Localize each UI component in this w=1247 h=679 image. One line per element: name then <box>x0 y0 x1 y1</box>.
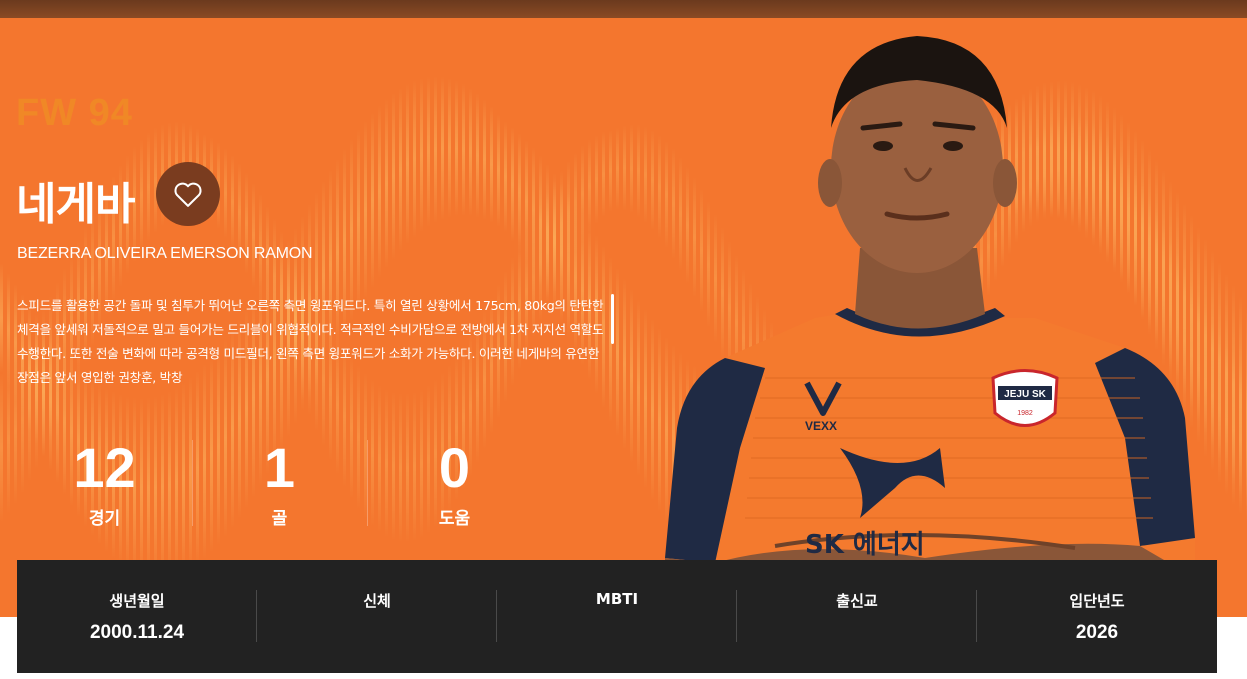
stat-assists: 0 도움 <box>367 436 542 532</box>
info-school: 출신교 <box>737 560 977 673</box>
svg-text:VEXX: VEXX <box>805 419 837 433</box>
player-description: 스피드를 활용한 공간 돌파 및 침투가 뛰어난 오른쪽 측면 윙포워드다. 특… <box>17 298 604 385</box>
player-info-bar: 생년월일 2000.11.24 신체 MBTI 출신교 입단년도 2026 <box>17 560 1217 673</box>
svg-text:JEJU SK: JEJU SK <box>1004 389 1046 400</box>
svg-text:SK 에너지: SK 에너지 <box>805 530 925 560</box>
stat-value: 12 <box>73 436 136 499</box>
info-mbti: MBTI <box>497 560 737 673</box>
stat-label: 도움 <box>438 509 471 529</box>
info-join-year: 입단년도 2026 <box>977 560 1217 673</box>
info-label: 입단년도 <box>1069 592 1125 610</box>
info-label: 출신교 <box>836 592 878 610</box>
player-hero: FW 94 네게바 BEZERRA OLIVEIRA EMERSON RAMON… <box>0 0 1247 617</box>
player-name-english: BEZERRA OLIVEIRA EMERSON RAMON <box>17 245 313 262</box>
player-description-scroll[interactable]: 스피드를 활용한 공간 돌파 및 침투가 뛰어난 오른쪽 측면 윙포워드다. 특… <box>17 294 617 392</box>
info-label: 신체 <box>363 592 391 610</box>
stat-games: 12 경기 <box>17 436 192 532</box>
description-scrollbar[interactable] <box>611 294 614 344</box>
club-badge: JEJU SK 1982 <box>991 369 1059 427</box>
info-value: 2000.11.24 <box>89 622 185 643</box>
stat-value: 1 <box>263 436 296 499</box>
stat-value: 0 <box>438 436 471 499</box>
top-bar <box>0 0 1247 18</box>
info-label: MBTI <box>595 590 639 608</box>
info-birthdate: 생년월일 2000.11.24 <box>17 560 257 673</box>
heart-outline-icon <box>174 182 202 207</box>
position-number: FW 94 <box>16 92 133 134</box>
info-body: 신체 <box>257 560 497 673</box>
season-stats: 12 경기 1 골 0 도움 <box>17 436 557 532</box>
stat-label: 경기 <box>88 509 121 529</box>
player-name-korean: 네게바 <box>16 179 135 230</box>
favorite-button[interactable] <box>156 162 220 226</box>
info-value: 2026 <box>1075 622 1119 643</box>
svg-text:1982: 1982 <box>1017 410 1033 417</box>
info-label: 생년월일 <box>109 592 165 610</box>
stat-label: 골 <box>271 509 288 529</box>
stat-goals: 1 골 <box>192 436 367 532</box>
player-photo: VEXX JEJU SK 1982 SK 에너지 <box>665 36 1195 617</box>
